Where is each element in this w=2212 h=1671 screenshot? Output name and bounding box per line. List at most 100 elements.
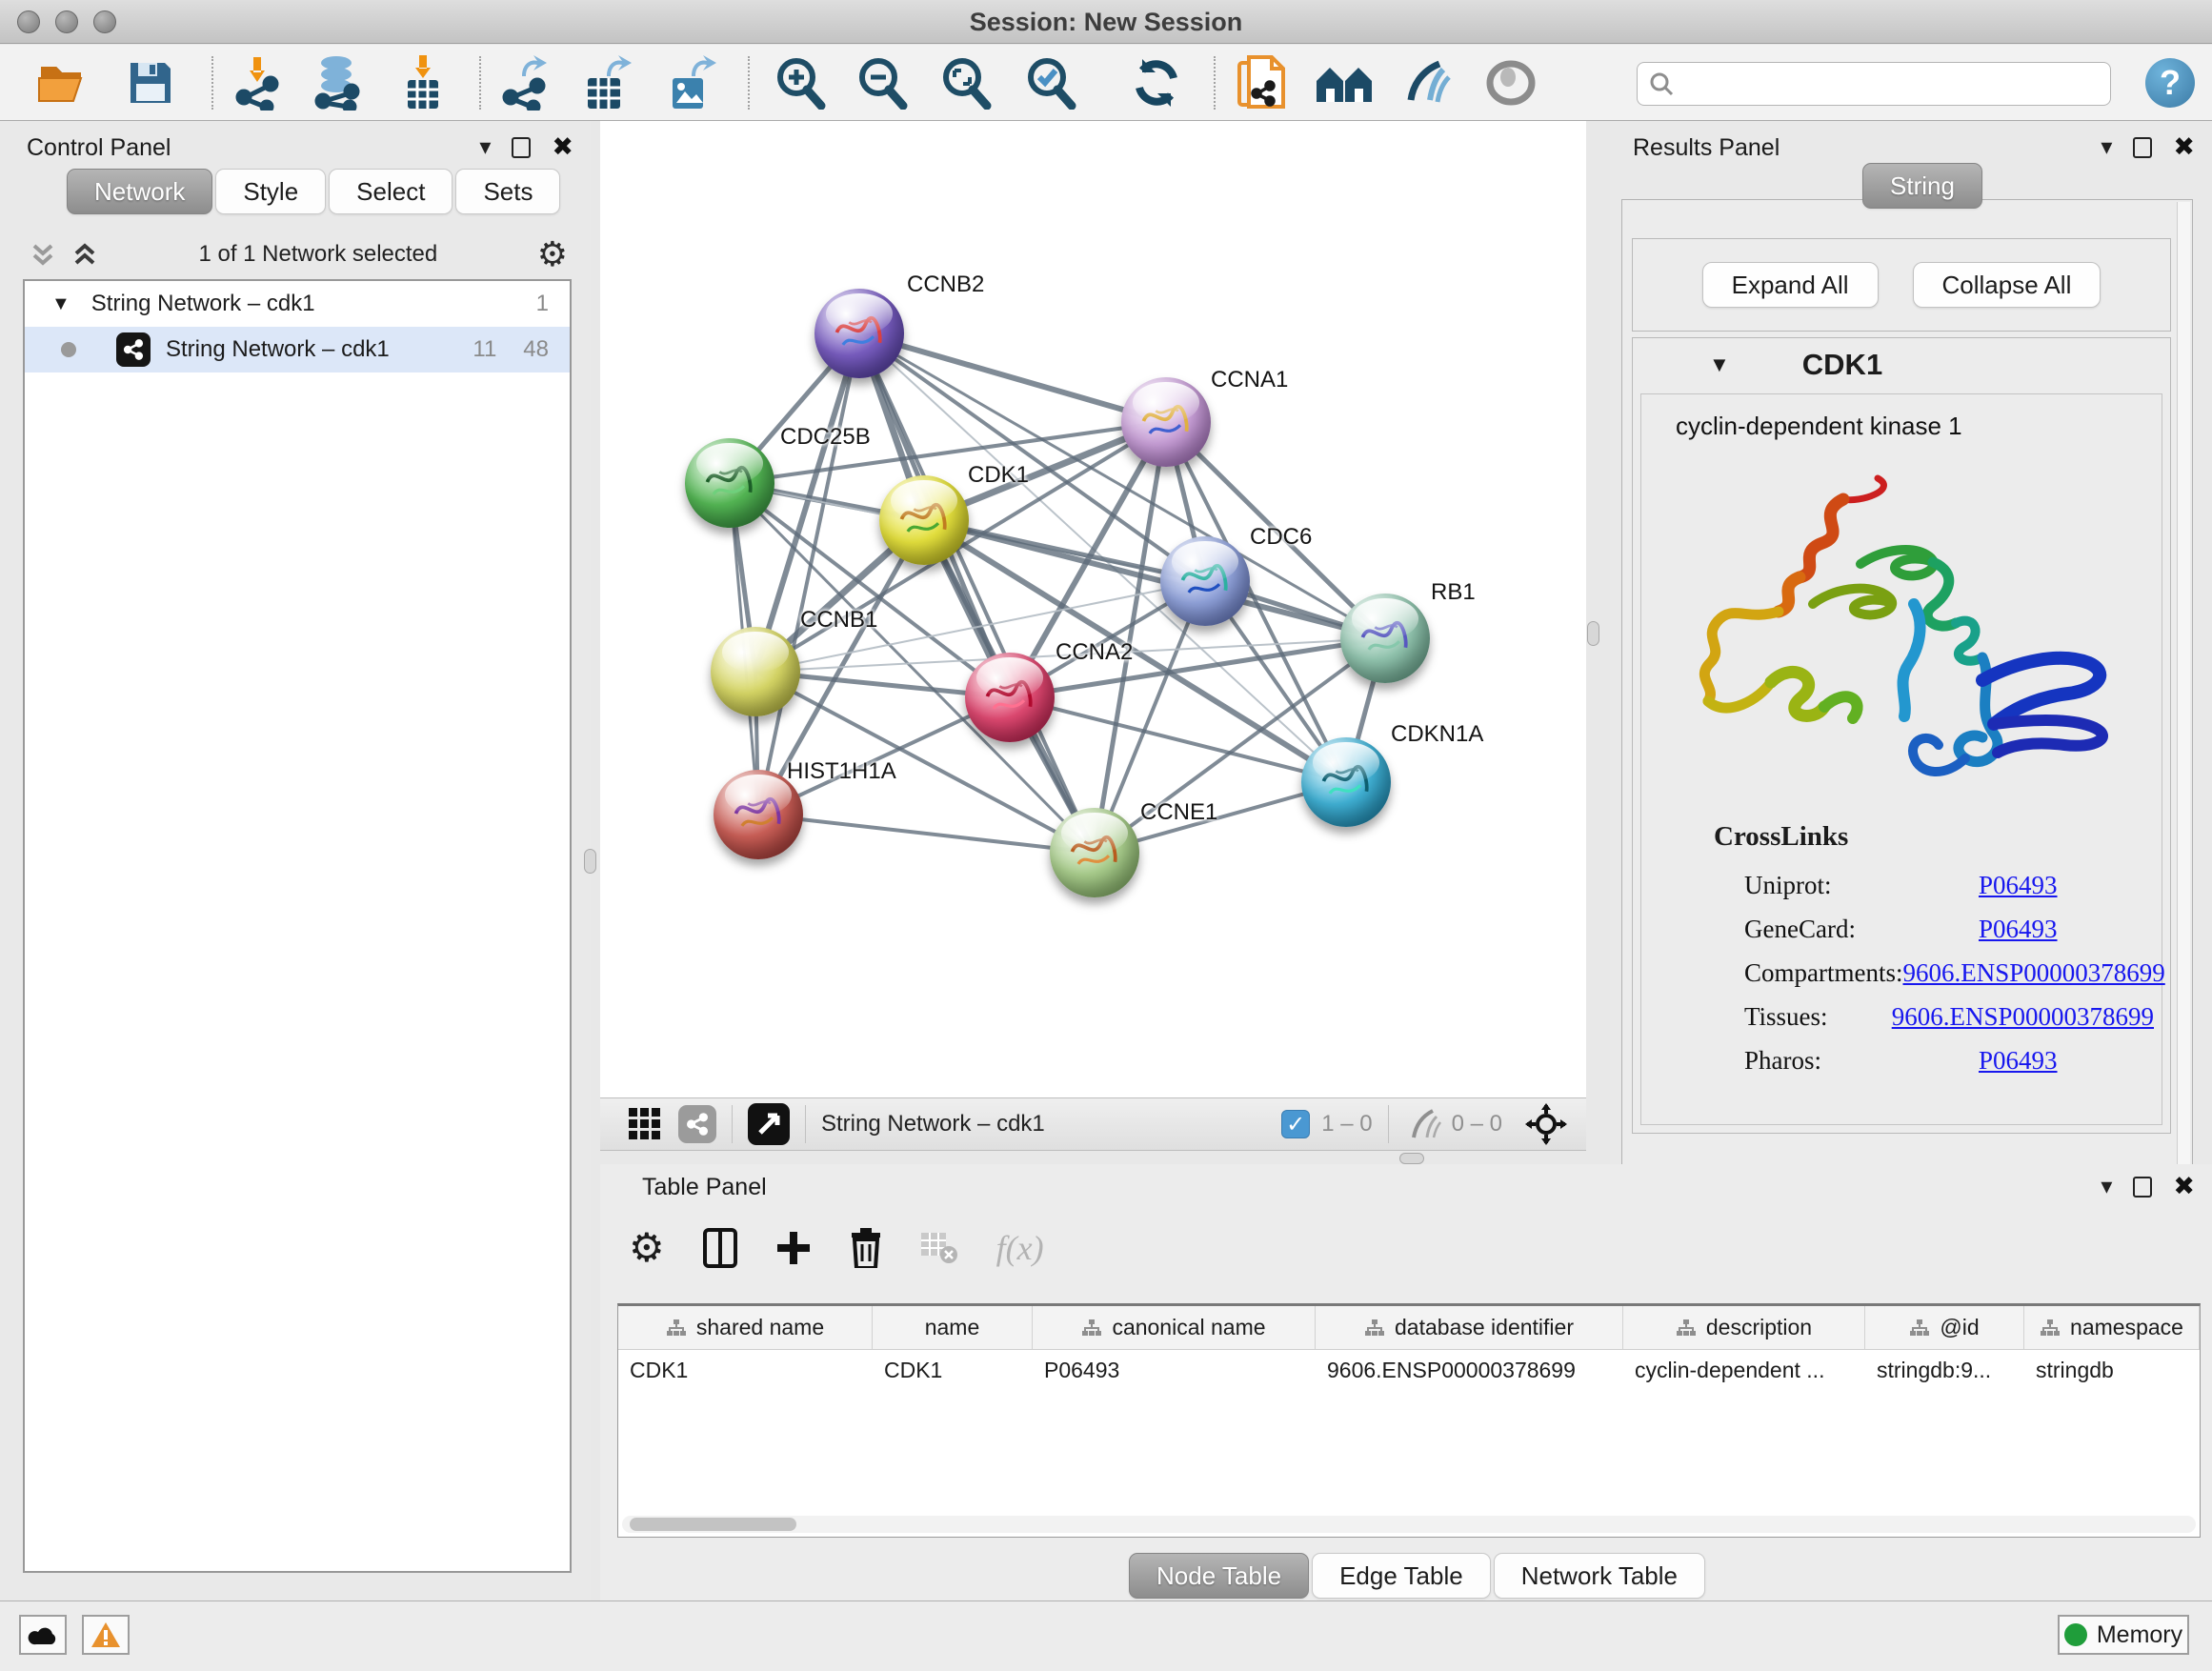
cell-id[interactable]: stringdb:9... — [1865, 1350, 2024, 1394]
cell-name[interactable]: CDK1 — [873, 1350, 1033, 1394]
crosslink-row-compartments: Compartments:9606.ENSP00000378699 — [1744, 951, 2154, 995]
network-row[interactable]: String Network – cdk1 11 48 — [25, 327, 570, 372]
network-status-dot — [61, 342, 76, 357]
crosshair-icon[interactable] — [1525, 1103, 1567, 1145]
save-session-button[interactable] — [120, 54, 181, 111]
memory-button[interactable]: Memory — [2058, 1615, 2189, 1655]
results-panel-close-icon[interactable]: ✖ — [2173, 134, 2195, 160]
right-splitter-handle[interactable] — [1587, 621, 1599, 646]
table-settings-gear-icon[interactable]: ⚙ — [629, 1228, 665, 1268]
network-node-ccna1[interactable] — [1121, 377, 1211, 467]
network-node-ccna2[interactable] — [965, 653, 1055, 742]
network-node-cdc25b[interactable] — [685, 438, 774, 528]
network-node-ccnb1[interactable] — [711, 627, 800, 716]
collapse-all-button[interactable]: Collapse All — [1913, 262, 2101, 308]
collection-caret-icon[interactable]: ▼ — [51, 293, 70, 315]
footer-separator — [1388, 1105, 1389, 1143]
network-node-cdc6[interactable] — [1160, 536, 1250, 626]
zoom-selected-button[interactable] — [1020, 54, 1081, 111]
crosslink-link[interactable]: P06493 — [1979, 871, 2058, 900]
grid-icon[interactable] — [627, 1106, 663, 1142]
crosslink-link[interactable]: P06493 — [1979, 1046, 2058, 1076]
cell-database-identifier[interactable]: 9606.ENSP00000378699 — [1316, 1350, 1623, 1394]
left-splitter-handle[interactable] — [584, 849, 596, 874]
cloud-status-button[interactable] — [19, 1615, 67, 1655]
cell-namespace[interactable]: stringdb — [2024, 1350, 2200, 1394]
column-header-id[interactable]: @id — [1865, 1306, 2024, 1349]
import-network-database-button[interactable] — [308, 54, 369, 111]
table-row[interactable]: CDK1CDK1P064939606.ENSP00000378699cyclin… — [618, 1350, 2200, 1394]
expand-all-icon[interactable] — [70, 240, 99, 269]
export-table-button[interactable] — [576, 54, 637, 111]
network-label: String Network – cdk1 — [166, 336, 390, 363]
results-tab-string[interactable]: String — [1862, 163, 1982, 209]
results-scrollbar[interactable] — [2177, 202, 2190, 1187]
help-button[interactable]: ? — [2145, 58, 2195, 108]
column-header-database-identifier[interactable]: database identifier — [1316, 1306, 1623, 1349]
network-node-rb1[interactable] — [1340, 594, 1430, 683]
cell-canonical-name[interactable]: P06493 — [1033, 1350, 1316, 1394]
table-panel-menu-icon[interactable]: ▾ — [2101, 1176, 2112, 1198]
column-header-name[interactable]: name — [873, 1306, 1033, 1349]
tab-sets[interactable]: Sets — [455, 169, 560, 214]
warning-status-button[interactable] — [82, 1615, 130, 1655]
crosslink-link[interactable]: 9606.ENSP00000378699 — [1892, 1002, 2154, 1032]
table-hscrollbar[interactable] — [622, 1516, 2196, 1533]
network-collection-row[interactable]: ▼ String Network – cdk1 1 — [25, 281, 570, 327]
tab-network[interactable]: Network — [67, 169, 212, 214]
table-tab-edge-table[interactable]: Edge Table — [1312, 1553, 1491, 1599]
tab-select[interactable]: Select — [329, 169, 452, 214]
network-canvas[interactable]: CCNB2 CCNA1 CDC25B CDK1 CDC6 RB1CCNB1 CC… — [600, 121, 1586, 1097]
expand-all-button[interactable]: Expand All — [1702, 262, 1879, 308]
control-panel-menu-icon[interactable]: ▾ — [479, 136, 491, 159]
results-panel-float-icon[interactable] — [2133, 137, 2152, 158]
cell-shared-name[interactable]: CDK1 — [618, 1350, 873, 1394]
import-table-button[interactable] — [392, 54, 453, 111]
network-node-ccnb2[interactable] — [814, 289, 904, 378]
crosslink-link[interactable]: 9606.ENSP00000378699 — [1902, 958, 2164, 988]
table-panel-close-icon[interactable]: ✖ — [2173, 1174, 2195, 1199]
import-network-file-button[interactable] — [228, 54, 289, 111]
search-input[interactable] — [1683, 70, 2099, 98]
network-node-cdkn1a[interactable] — [1301, 737, 1391, 827]
delete-column-trash-icon[interactable] — [850, 1228, 882, 1268]
column-header-shared-name[interactable]: shared name — [618, 1306, 873, 1349]
column-header-namespace[interactable]: namespace — [2024, 1306, 2200, 1349]
zoom-in-button[interactable] — [770, 54, 831, 111]
eye-slash-icon — [1401, 58, 1455, 108]
table-tab-network-table[interactable]: Network Table — [1494, 1553, 1705, 1599]
birdseye-navigator-icon[interactable] — [748, 1103, 790, 1145]
hide-show-panels-button[interactable] — [1398, 54, 1458, 111]
preview-eye-button[interactable] — [1480, 54, 1541, 111]
show-columns-icon[interactable] — [703, 1228, 737, 1268]
control-panel-close-icon[interactable]: ✖ — [552, 134, 573, 160]
share-document-button[interactable] — [1232, 54, 1293, 111]
add-column-icon[interactable] — [775, 1230, 812, 1266]
control-panel-float-icon[interactable] — [512, 137, 531, 158]
home-pages-button[interactable] — [1314, 54, 1375, 111]
zoom-out-button[interactable] — [852, 54, 913, 111]
refresh-view-button[interactable] — [1126, 54, 1187, 111]
network-options-gear-icon[interactable]: ⚙ — [537, 237, 568, 272]
export-network-button[interactable] — [494, 54, 555, 111]
export-image-button[interactable] — [661, 54, 722, 111]
table-hscrollbar-thumb[interactable] — [630, 1518, 796, 1531]
network-node-cdk1[interactable] — [879, 475, 969, 565]
table-panel-float-icon[interactable] — [2133, 1177, 2152, 1198]
share-view-icon[interactable] — [678, 1105, 716, 1143]
selected-checkbox-icon[interactable]: ✓ — [1281, 1110, 1310, 1138]
results-panel-menu-icon[interactable]: ▾ — [2101, 136, 2112, 159]
column-header-canonical-name[interactable]: canonical name — [1033, 1306, 1316, 1349]
collapse-all-icon[interactable] — [29, 240, 57, 269]
bottom-splitter-handle[interactable] — [1399, 1153, 1424, 1164]
tab-style[interactable]: Style — [215, 169, 326, 214]
table-tab-node-table[interactable]: Node Table — [1129, 1553, 1309, 1599]
entry-caret-icon[interactable]: ▼ — [1709, 352, 1730, 377]
crosslink-link[interactable]: P06493 — [1979, 915, 2058, 944]
open-session-button[interactable] — [34, 54, 95, 111]
cell-description[interactable]: cyclin-dependent ... — [1623, 1350, 1865, 1394]
network-edge-count: 48 — [523, 336, 549, 363]
zoom-fit-button[interactable] — [935, 54, 996, 111]
column-header-description[interactable]: description — [1623, 1306, 1865, 1349]
network-node-ccne1[interactable] — [1050, 808, 1139, 897]
